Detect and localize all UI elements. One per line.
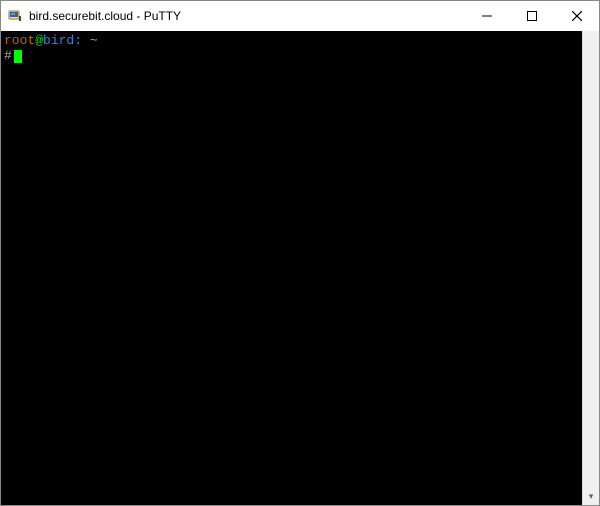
terminal-cursor (14, 50, 22, 63)
client-area: root@bird: ~ # ▴ ▾ (1, 31, 599, 505)
prompt-path: ~ (82, 33, 98, 48)
prompt-host: bird (43, 33, 74, 48)
scrollbar-thumb[interactable] (583, 31, 599, 505)
putty-icon (7, 8, 23, 24)
minimize-icon (482, 11, 492, 21)
window-title: bird.securebit.cloud - PuTTY (29, 9, 464, 23)
scrollbar-down-arrow-icon[interactable]: ▾ (583, 488, 599, 505)
minimize-button[interactable] (464, 1, 509, 31)
close-button[interactable] (554, 1, 599, 31)
prompt-hash: # (4, 48, 12, 63)
terminal[interactable]: root@bird: ~ # (1, 31, 582, 505)
window-controls (464, 1, 599, 31)
maximize-icon (527, 11, 537, 21)
prompt-at: @ (35, 33, 43, 48)
putty-window: bird.securebit.cloud - PuTTY root@bird: … (0, 0, 600, 506)
prompt-user: root (4, 33, 35, 48)
prompt-colon: : (74, 33, 82, 48)
close-icon (572, 11, 582, 21)
scrollbar[interactable]: ▴ ▾ (582, 31, 599, 505)
titlebar[interactable]: bird.securebit.cloud - PuTTY (1, 1, 599, 31)
maximize-button[interactable] (509, 1, 554, 31)
